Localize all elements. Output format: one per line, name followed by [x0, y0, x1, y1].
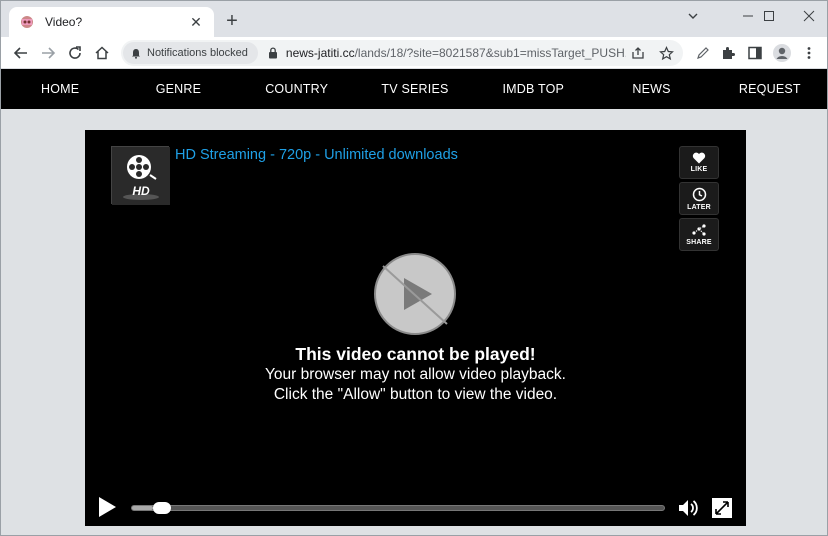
- url-path: /lands/18/?site=8021587&sub1=missTarget_…: [354, 46, 626, 60]
- watch-later-button[interactable]: LATER: [679, 182, 719, 215]
- kebab-menu-icon[interactable]: [797, 41, 821, 65]
- forward-arrow-icon[interactable]: [36, 41, 60, 65]
- error-heading: This video cannot be played!: [295, 344, 536, 364]
- stream-title-link[interactable]: HD Streaming - 720p - Unlimited download…: [175, 147, 458, 163]
- share-icon: [692, 223, 706, 236]
- film-reel-icon: HD: [112, 147, 170, 205]
- nav-imdb-top[interactable]: IMDB TOP: [474, 69, 592, 109]
- error-line-1: Your browser may not allow video playbac…: [265, 366, 566, 383]
- side-panel-icon[interactable]: [743, 41, 767, 65]
- fullscreen-icon[interactable]: [711, 497, 733, 519]
- maximize-button[interactable]: [749, 1, 789, 31]
- nav-news[interactable]: NEWS: [592, 69, 710, 109]
- progress-fill: [132, 506, 154, 510]
- like-button[interactable]: LIKE: [679, 146, 719, 179]
- hd-label: HD: [132, 184, 150, 198]
- tab-strip: Video? ✕ +: [1, 1, 827, 37]
- playback-error-message: This video cannot be played! Your browse…: [85, 344, 746, 405]
- bell-icon: [131, 48, 141, 59]
- progress-knob[interactable]: [153, 502, 172, 514]
- big-play-disabled-icon[interactable]: [373, 252, 457, 336]
- home-icon[interactable]: [90, 41, 114, 65]
- clock-icon: [692, 187, 706, 201]
- play-icon[interactable]: [97, 496, 117, 518]
- video-player[interactable]: HD HD Streaming - 720p - Unlimited downl…: [85, 130, 746, 526]
- nav-genre[interactable]: GENRE: [119, 69, 237, 109]
- page-content: HOME GENRE COUNTRY TV SERIES IMDB TOP NE…: [1, 69, 827, 535]
- error-line-2: Click the "Allow" button to view the vid…: [273, 386, 558, 403]
- notifications-blocked-label: Notifications blocked: [147, 47, 248, 59]
- share-button[interactable]: SHARE: [679, 218, 719, 251]
- browser-window: Video? ✕ + Notifications blocked news-ja…: [0, 0, 828, 536]
- nav-tv-series[interactable]: TV SERIES: [356, 69, 474, 109]
- extensions-puzzle-icon[interactable]: [716, 41, 740, 65]
- film-favicon-icon: [19, 14, 35, 30]
- tab-close-icon[interactable]: ✕: [188, 14, 204, 30]
- like-label: LIKE: [690, 166, 708, 173]
- extension-pen-icon[interactable]: [691, 41, 715, 65]
- close-window-button[interactable]: [789, 1, 827, 31]
- nav-home[interactable]: HOME: [1, 69, 119, 109]
- player-controls: [85, 492, 746, 522]
- site-navbar: HOME GENRE COUNTRY TV SERIES IMDB TOP NE…: [1, 69, 827, 109]
- browser-toolbar: Notifications blocked news-jatiti.cc/lan…: [1, 37, 827, 69]
- back-arrow-icon[interactable]: [9, 41, 33, 65]
- lock-icon[interactable]: [268, 47, 278, 59]
- volume-icon[interactable]: [677, 497, 701, 519]
- tab-search-chevron-icon[interactable]: [673, 1, 713, 31]
- heart-icon: [692, 152, 706, 164]
- nav-request[interactable]: REQUEST: [711, 69, 827, 109]
- notifications-blocked-chip[interactable]: Notifications blocked: [123, 42, 258, 64]
- url-text[interactable]: news-jatiti.cc/lands/18/?site=8021587&su…: [286, 46, 626, 60]
- nav-country[interactable]: COUNTRY: [238, 69, 356, 109]
- profile-avatar-icon[interactable]: [770, 41, 794, 65]
- later-label: LATER: [687, 203, 711, 211]
- reload-icon[interactable]: [63, 41, 87, 65]
- address-bar[interactable]: Notifications blocked news-jatiti.cc/lan…: [121, 40, 683, 66]
- tab-video[interactable]: Video? ✕: [9, 7, 214, 37]
- film-reel-hd-logo: HD: [111, 146, 170, 205]
- tab-title: Video?: [45, 15, 83, 29]
- bookmark-star-icon[interactable]: [657, 44, 675, 62]
- new-tab-button[interactable]: +: [221, 10, 243, 32]
- share-label: SHARE: [686, 238, 712, 246]
- url-host: news-jatiti.cc: [285, 46, 355, 60]
- progress-slider[interactable]: [131, 502, 665, 514]
- share-page-icon[interactable]: [629, 44, 647, 62]
